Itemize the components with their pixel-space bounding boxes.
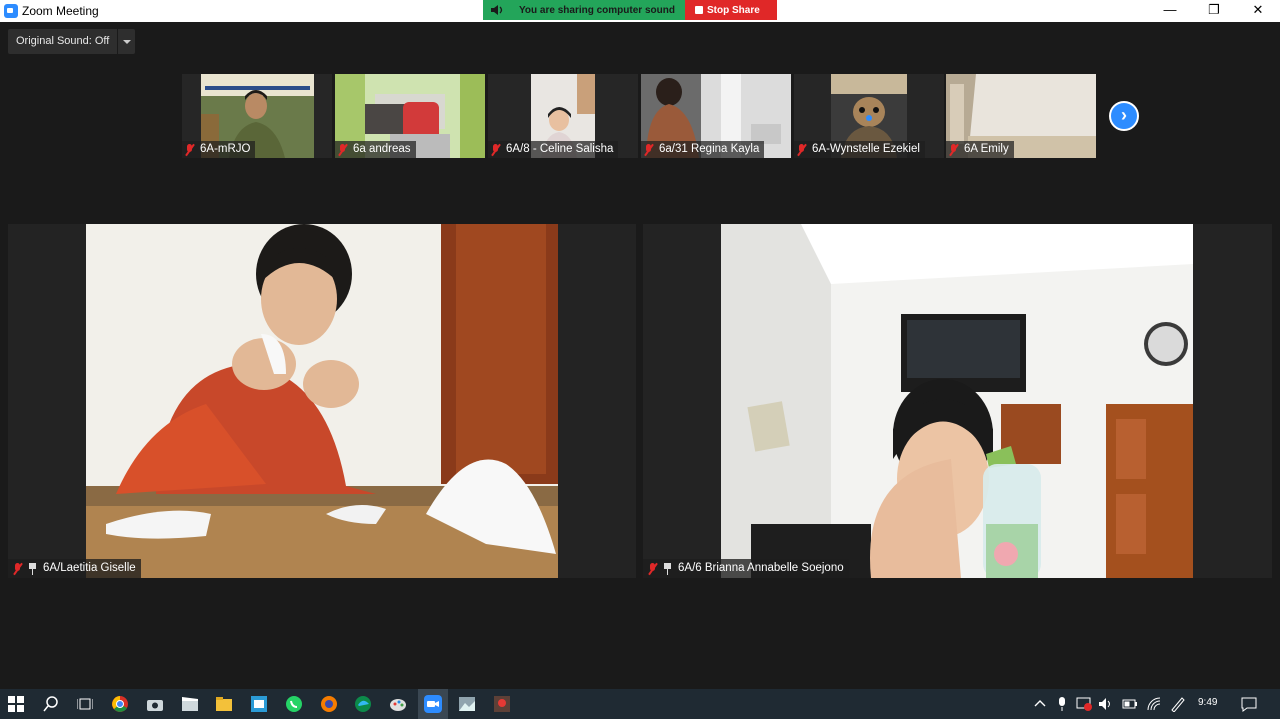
participant-thumbnail[interactable]: 6a/31 Regina Kayla	[641, 74, 791, 158]
volume-icon[interactable]	[1098, 696, 1114, 712]
muted-mic-icon	[184, 143, 195, 156]
pen-icon[interactable]	[1170, 696, 1186, 712]
participant-name: 6A-mRJO	[200, 143, 251, 155]
sharing-banner: You are sharing computer sound Stop Shar…	[483, 0, 777, 20]
maximize-button[interactable]: ❐	[1192, 0, 1236, 22]
participant-nametag: 6a/31 Regina Kayla	[641, 141, 765, 158]
paint-icon[interactable]	[388, 694, 408, 714]
participant-nametag: 6A-Wynstelle Ezekiel	[794, 141, 925, 158]
participant-name: 6a andreas	[353, 143, 411, 155]
participant-nametag: 6A Emily	[946, 141, 1014, 158]
original-sound-dropdown-arrow[interactable]	[117, 29, 136, 54]
windows-taskbar: 9:49	[0, 689, 1280, 719]
battery-icon[interactable]	[1122, 696, 1138, 712]
video-editor-icon[interactable]	[180, 694, 200, 714]
participant-name: 6A Emily	[964, 143, 1009, 155]
network-alert-icon[interactable]	[1076, 696, 1092, 712]
remote-desktop-icon[interactable]	[249, 694, 269, 714]
participant-video	[721, 224, 1193, 578]
participant-nametag: 6A/6 Brianna Annabelle Soejono	[643, 559, 849, 578]
sharing-status: You are sharing computer sound	[483, 0, 685, 20]
participant-nametag: 6A/Laetitia Giselle	[8, 559, 141, 578]
participant-name: 6A/8 - Celine Salisha	[506, 143, 614, 155]
participant-nametag: 6a andreas	[335, 141, 416, 158]
minimize-button[interactable]: —	[1148, 0, 1192, 22]
original-sound-control: Original Sound: Off	[8, 29, 136, 54]
participant-thumbnail[interactable]: 6A-mRJO	[182, 74, 332, 158]
participant-thumbnail[interactable]: 6A Emily	[946, 74, 1096, 158]
muted-mic-icon	[643, 143, 654, 156]
original-sound-button[interactable]: Original Sound: Off	[8, 29, 118, 54]
speaker-icon	[491, 5, 503, 15]
search-icon[interactable]	[41, 694, 61, 714]
participant-thumbnail[interactable]: 6A-Wynstelle Ezekiel	[794, 74, 944, 158]
window-title: Zoom Meeting	[22, 4, 99, 18]
media-player-icon[interactable]	[319, 694, 339, 714]
zoom-app-icon	[4, 4, 18, 18]
participant-nametag: 6A-mRJO	[182, 141, 256, 158]
chrome-icon[interactable]	[110, 694, 130, 714]
sharing-status-text: You are sharing computer sound	[519, 4, 675, 16]
show-hidden-icons-icon[interactable]	[1032, 696, 1048, 712]
wifi-icon[interactable]	[1146, 696, 1162, 712]
pin-icon	[663, 562, 672, 575]
file-explorer-icon[interactable]	[214, 694, 234, 714]
camera-icon[interactable]	[145, 694, 165, 714]
participant-name: 6A/Laetitia Giselle	[43, 562, 136, 574]
muted-mic-icon	[796, 143, 807, 156]
microphone-icon[interactable]	[1054, 696, 1070, 712]
participant-nametag: 6A/8 - Celine Salisha	[488, 141, 619, 158]
next-page-button[interactable]: ›	[1109, 101, 1139, 131]
participant-name: 6A-Wynstelle Ezekiel	[812, 143, 920, 155]
participant-video	[86, 224, 558, 578]
edge-icon[interactable]	[353, 694, 373, 714]
video-panel-left[interactable]: 6A/Laetitia Giselle	[8, 224, 636, 578]
muted-mic-icon	[948, 143, 959, 156]
close-button[interactable]: ✕	[1236, 0, 1280, 22]
app-icon[interactable]	[492, 694, 512, 714]
muted-mic-icon	[647, 562, 658, 575]
photos-icon[interactable]	[457, 694, 477, 714]
muted-mic-icon	[337, 143, 348, 156]
stop-icon	[695, 6, 703, 14]
participant-name: 6a/31 Regina Kayla	[659, 143, 760, 155]
whatsapp-icon[interactable]	[284, 694, 304, 714]
action-center-icon[interactable]	[1241, 696, 1257, 712]
pin-icon	[28, 562, 37, 575]
muted-mic-icon	[490, 143, 501, 156]
video-panel-right[interactable]: 6A/6 Brianna Annabelle Soejono	[643, 224, 1272, 578]
participant-thumbnail[interactable]: 6A/8 - Celine Salisha	[488, 74, 638, 158]
task-view-icon[interactable]	[75, 694, 95, 714]
stop-share-label: Stop Share	[707, 4, 760, 16]
zoom-taskbar-icon[interactable]	[423, 694, 443, 714]
participant-name: 6A/6 Brianna Annabelle Soejono	[678, 562, 844, 574]
windows-start-icon[interactable]	[6, 694, 26, 714]
participant-thumbnail[interactable]: 6a andreas	[335, 74, 485, 158]
taskbar-clock[interactable]: 9:49	[1198, 697, 1217, 708]
muted-mic-icon	[12, 562, 23, 575]
stop-share-button[interactable]: Stop Share	[685, 0, 777, 20]
